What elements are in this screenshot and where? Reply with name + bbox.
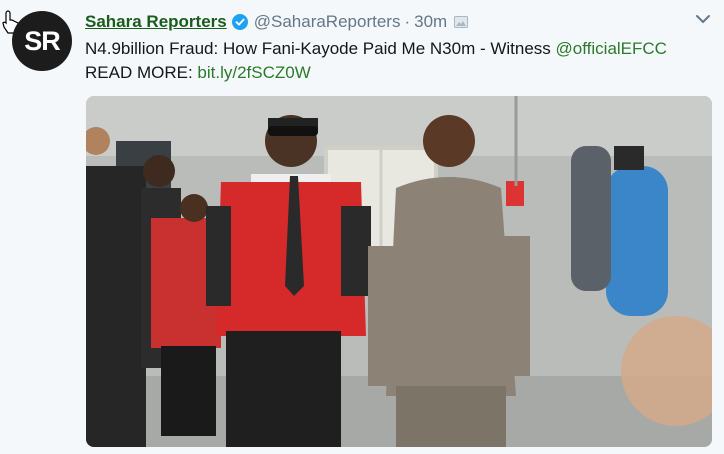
chevron-down-icon[interactable] (696, 14, 710, 24)
read-more-link[interactable]: bit.ly/2fSCZ0W (197, 63, 310, 82)
tweet-timestamp[interactable]: 30m (414, 12, 447, 32)
tweet-header: Sahara Reporters @SaharaReporters · 30m (85, 11, 469, 33)
image-icon (454, 16, 469, 28)
read-more-label: READ MORE: (85, 63, 193, 82)
verified-badge-icon (231, 14, 248, 30)
tweet-headline-line: N4.9billion Fraud: How Fani-Kayode Paid … (85, 37, 705, 61)
read-more-line: READ MORE: bit.ly/2fSCZ0W (85, 61, 705, 85)
author-handle[interactable]: @SaharaReporters (254, 12, 401, 32)
separator-dot: · (404, 12, 411, 31)
author-name[interactable]: Sahara Reporters (85, 12, 227, 32)
tweet-text: N4.9billion Fraud: How Fani-Kayode Paid … (85, 37, 705, 85)
mention-link[interactable]: @officialEFCC (556, 39, 667, 58)
tweet-photo[interactable] (86, 96, 712, 447)
author-avatar[interactable]: SR (12, 11, 72, 71)
tweet-headline: N4.9billion Fraud: How Fani-Kayode Paid … (85, 39, 551, 58)
